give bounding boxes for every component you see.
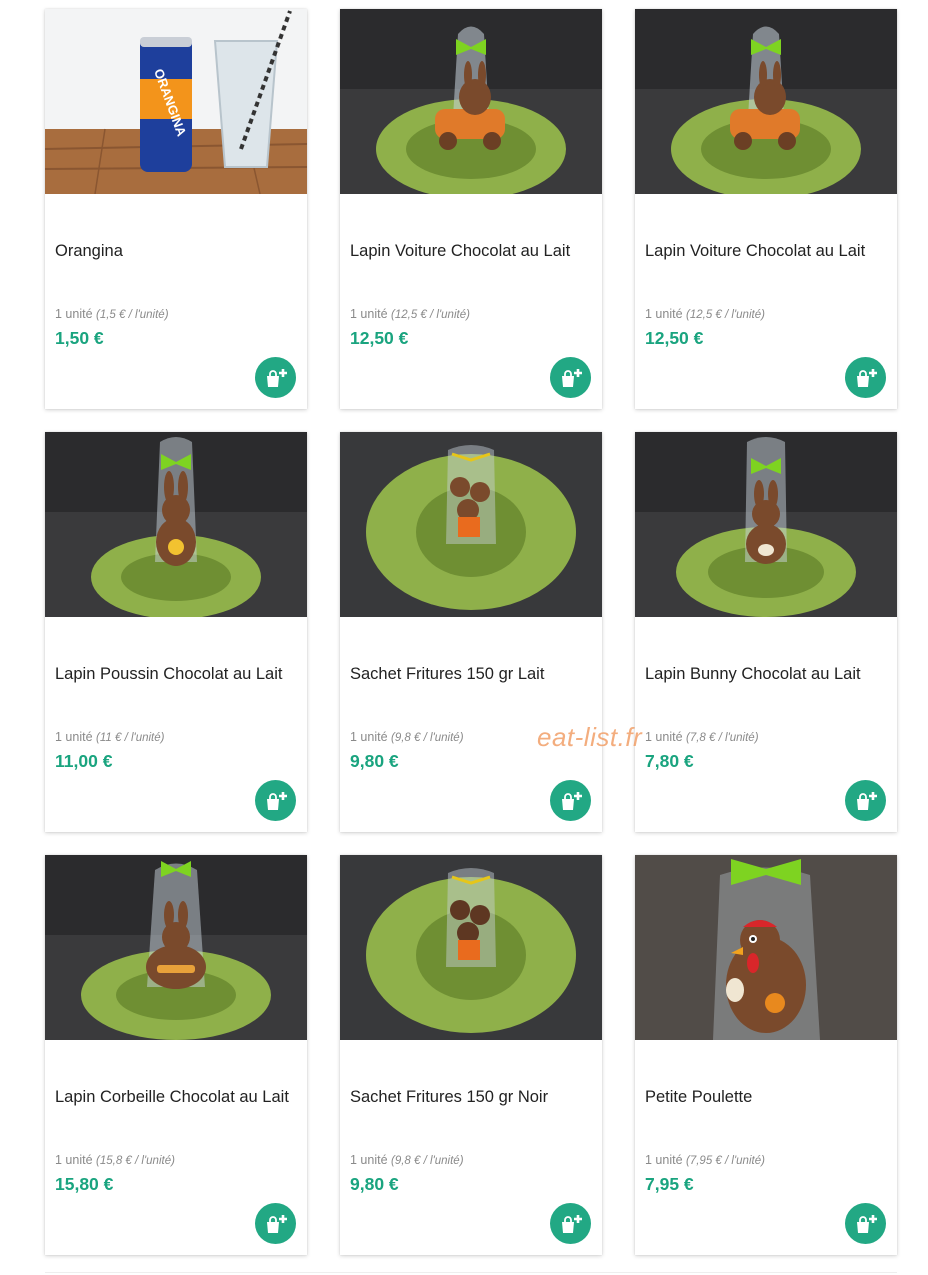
shopping-bag-plus-icon xyxy=(561,368,582,387)
product-card[interactable]: Sachet Fritures 150 gr Lait 1 unité (9,8… xyxy=(340,432,602,832)
product-price: 12,50 € xyxy=(645,328,704,348)
shopping-bag-plus-icon xyxy=(856,791,877,810)
unit-price: (9,8 € / l'unité) xyxy=(391,732,464,744)
unit-price: (11 € / l'unité) xyxy=(96,732,165,744)
unit-price: (9,8 € / l'unité) xyxy=(391,1155,464,1167)
add-to-cart-button[interactable] xyxy=(845,1203,886,1244)
add-to-cart-button[interactable] xyxy=(845,357,886,398)
product-name[interactable]: Sachet Fritures 150 gr Noir xyxy=(350,1087,590,1108)
product-image[interactable] xyxy=(340,432,602,617)
add-to-cart-button[interactable] xyxy=(550,357,591,398)
product-price: 7,95 € xyxy=(645,1174,694,1194)
unit-price: (7,8 € / l'unité) xyxy=(686,732,759,744)
shopping-bag-plus-icon xyxy=(856,1214,877,1233)
product-quantity: 1 unité (12,5 € / l'unité) xyxy=(645,307,765,321)
add-to-cart-button[interactable] xyxy=(550,1203,591,1244)
product-name[interactable]: Orangina xyxy=(55,241,295,262)
shopping-bag-plus-icon xyxy=(561,791,582,810)
product-card[interactable]: Lapin Poussin Chocolat au Lait 1 unité (… xyxy=(45,432,307,832)
unit-price: (7,95 € / l'unité) xyxy=(686,1155,765,1167)
product-image[interactable]: ORANGINA xyxy=(45,9,307,194)
product-image[interactable] xyxy=(635,855,897,1040)
product-image[interactable] xyxy=(340,9,602,194)
product-price: 9,80 € xyxy=(350,1174,399,1194)
unit-price: (15,8 € / l'unité) xyxy=(96,1155,175,1167)
unit-price: (12,5 € / l'unité) xyxy=(391,309,470,321)
product-quantity: 1 unité (9,8 € / l'unité) xyxy=(350,1153,464,1167)
watermark: eat-list.fr xyxy=(537,722,643,752)
add-to-cart-button[interactable] xyxy=(550,780,591,821)
product-quantity: 1 unité (7,95 € / l'unité) xyxy=(645,1153,765,1167)
product-quantity: 1 unité (9,8 € / l'unité) xyxy=(350,730,464,744)
product-price: 15,80 € xyxy=(55,1174,114,1194)
unit-price: (12,5 € / l'unité) xyxy=(686,309,765,321)
product-name[interactable]: Lapin Bunny Chocolat au Lait xyxy=(645,664,885,685)
product-price: 11,00 € xyxy=(55,751,113,771)
product-name[interactable]: Lapin Corbeille Chocolat au Lait xyxy=(55,1087,295,1108)
product-image[interactable] xyxy=(635,432,897,617)
product-quantity: 1 unité (1,5 € / l'unité) xyxy=(55,307,169,321)
shopping-bag-plus-icon xyxy=(266,1214,287,1233)
shopping-bag-plus-icon xyxy=(266,368,287,387)
add-to-cart-button[interactable] xyxy=(845,780,886,821)
product-card[interactable]: Lapin Corbeille Chocolat au Lait 1 unité… xyxy=(45,855,307,1255)
product-quantity: 1 unité (12,5 € / l'unité) xyxy=(350,307,470,321)
product-price: 9,80 € xyxy=(350,751,399,771)
divider xyxy=(45,1272,897,1273)
product-name[interactable]: Lapin Voiture Chocolat au Lait xyxy=(350,241,590,262)
product-image[interactable] xyxy=(635,9,897,194)
add-to-cart-button[interactable] xyxy=(255,357,296,398)
add-to-cart-button[interactable] xyxy=(255,780,296,821)
product-price: 7,80 € xyxy=(645,751,694,771)
product-name[interactable]: Petite Poulette xyxy=(645,1087,885,1108)
product-card[interactable]: Lapin Bunny Chocolat au Lait 1 unité (7,… xyxy=(635,432,897,832)
product-name[interactable]: Sachet Fritures 150 gr Lait xyxy=(350,664,590,685)
product-price: 1,50 € xyxy=(55,328,104,348)
product-card[interactable]: Sachet Fritures 150 gr Noir 1 unité (9,8… xyxy=(340,855,602,1255)
product-card[interactable]: Petite Poulette 1 unité (7,95 € / l'unit… xyxy=(635,855,897,1255)
product-image[interactable] xyxy=(45,432,307,617)
product-card[interactable]: Lapin Voiture Chocolat au Lait 1 unité (… xyxy=(340,9,602,409)
product-quantity: 1 unité (15,8 € / l'unité) xyxy=(55,1153,175,1167)
product-quantity: 1 unité (11 € / l'unité) xyxy=(55,730,165,744)
add-to-cart-button[interactable] xyxy=(255,1203,296,1244)
product-quantity: 1 unité (7,8 € / l'unité) xyxy=(645,730,759,744)
shopping-bag-plus-icon xyxy=(561,1214,582,1233)
shopping-bag-plus-icon xyxy=(266,791,287,810)
product-card[interactable]: Lapin Voiture Chocolat au Lait 1 unité (… xyxy=(635,9,897,409)
product-price: 12,50 € xyxy=(350,328,409,348)
product-image[interactable] xyxy=(340,855,602,1040)
product-card[interactable]: ORANGINA Orangina 1 unité (1,5 € / l'uni… xyxy=(45,9,307,409)
product-name[interactable]: Lapin Poussin Chocolat au Lait xyxy=(55,664,295,685)
shopping-bag-plus-icon xyxy=(856,368,877,387)
product-name[interactable]: Lapin Voiture Chocolat au Lait xyxy=(645,241,885,262)
product-image[interactable] xyxy=(45,855,307,1040)
unit-price: (1,5 € / l'unité) xyxy=(96,309,169,321)
